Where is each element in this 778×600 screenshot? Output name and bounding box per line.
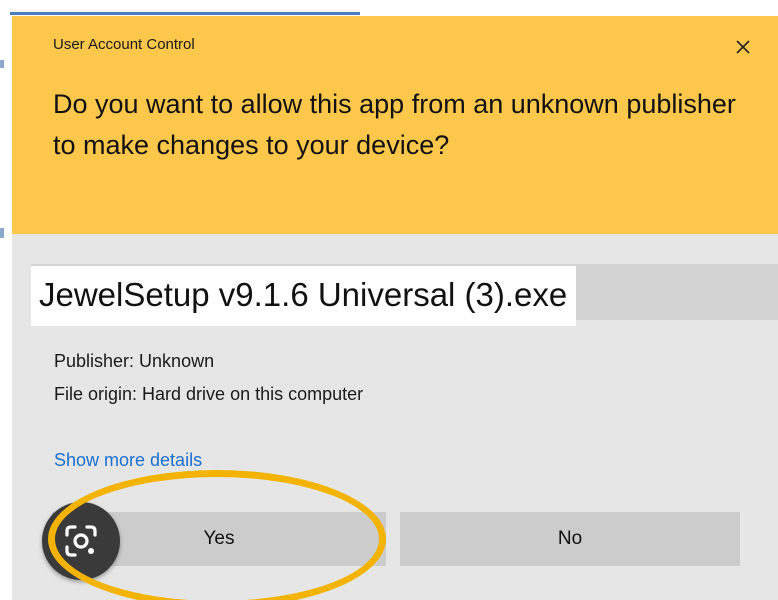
background-window-fragment [0,228,4,238]
background-window-edge [10,12,360,15]
file-origin-text: File origin: Hard drive on this computer [54,384,364,404]
app-name: JewelSetup v9.1.6 Universal (3).exe [31,266,577,326]
uac-dialog: User Account Control Do you want to allo… [12,16,778,600]
close-icon [732,36,754,58]
google-lens-button[interactable] [42,502,120,580]
no-button-label: No [557,528,583,549]
yes-button-label: Yes [203,528,235,549]
show-more-details-link[interactable]: Show more details [54,450,202,468]
dialog-header: User Account Control Do you want to allo… [12,16,778,234]
background-window-fragment [0,60,4,68]
no-button[interactable]: No [400,512,740,566]
publisher-text: Publisher: Unknown [54,351,215,371]
dialog-question: Do you want to allow this app from an un… [53,89,736,160]
dialog-title: User Account Control [53,36,195,53]
screenshot-canvas: User Account Control Do you want to allo… [0,0,778,600]
close-button[interactable] [732,36,754,58]
